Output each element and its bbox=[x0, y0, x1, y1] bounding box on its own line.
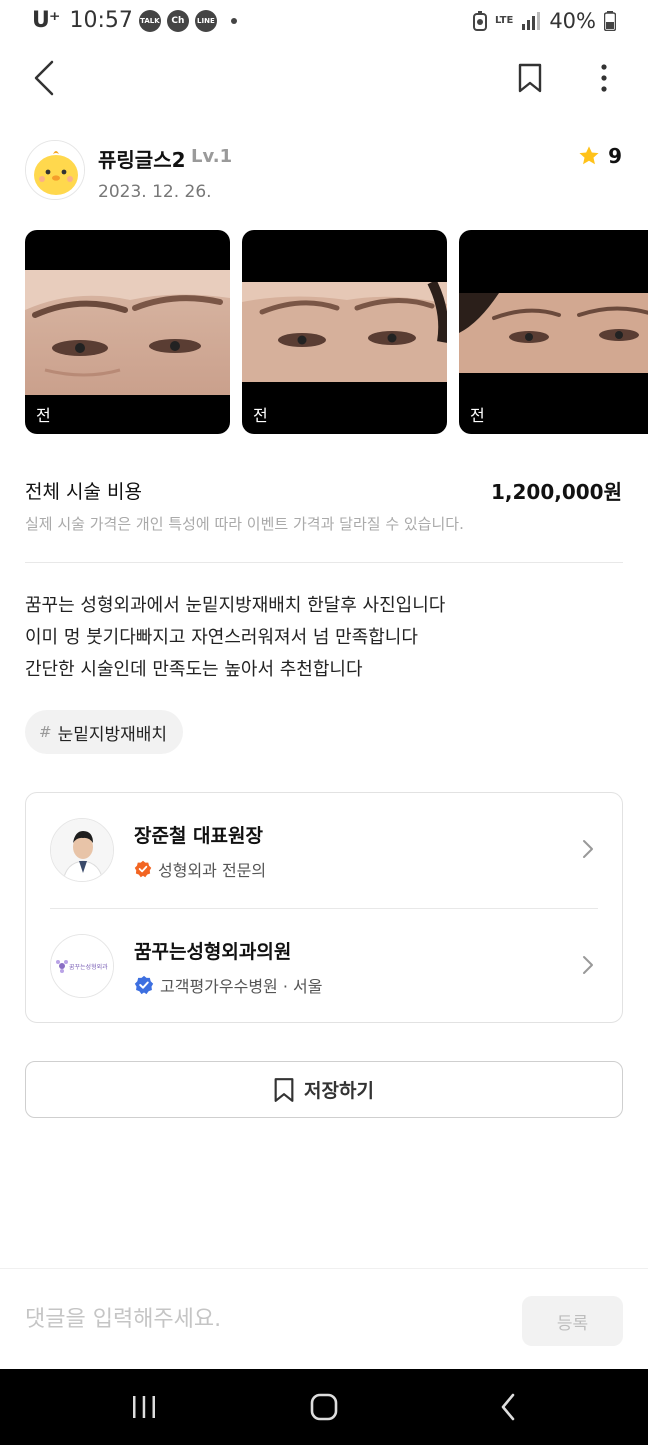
hospital-credential: 고객평가우수병원 · 서울 bbox=[134, 973, 322, 997]
review-photo-2[interactable]: 전 bbox=[242, 230, 447, 434]
divider bbox=[25, 562, 623, 563]
doctor-badge-text: 성형외과 전문의 bbox=[158, 861, 267, 880]
status-bar: U⁺ 10:57 TALK Ch LINE LTE 40% bbox=[0, 0, 648, 44]
home-icon bbox=[310, 1393, 338, 1421]
review-photo-1[interactable]: 전 bbox=[25, 230, 230, 434]
post-date: 2023. 12. 26. bbox=[98, 182, 212, 202]
cost-note: 실제 시술 가격은 개인 특성에 따라 이벤트 가격과 달라질 수 있습니다. bbox=[25, 515, 464, 533]
hospital-row[interactable]: 꿈꾸는성형외과 꿈꾸는성형외과의원 고객평가우수병원 · 서울 bbox=[26, 909, 622, 1024]
hashtag-text: 눈밑지방재배치 bbox=[57, 724, 168, 745]
recents-icon bbox=[133, 1396, 155, 1418]
more-notifications-dot-icon bbox=[230, 17, 237, 24]
recent-apps-button[interactable] bbox=[124, 1391, 164, 1423]
eye-photo-image bbox=[459, 293, 648, 373]
review-photo-3[interactable]: 전 bbox=[459, 230, 648, 434]
cost-value: 1,200,000원 bbox=[490, 480, 622, 504]
author-avatar[interactable] bbox=[25, 140, 85, 200]
submit-comment-button[interactable]: 등록 bbox=[522, 1296, 623, 1346]
hospital-logo-icon: 꿈꾸는성형외과 bbox=[51, 935, 113, 997]
comment-input[interactable] bbox=[25, 1299, 495, 1339]
doctor-credential: 성형외과 전문의 bbox=[134, 857, 266, 881]
back-arrow-icon bbox=[501, 1393, 515, 1421]
hospital-logo-text: 꿈꾸는성형외과 bbox=[69, 963, 108, 971]
chevron-right-icon bbox=[583, 840, 593, 858]
status-right: LTE 40% bbox=[472, 9, 616, 33]
clock: 10:57 bbox=[69, 8, 133, 33]
comment-bar: 등록 bbox=[0, 1268, 648, 1369]
doctor-avatar bbox=[50, 818, 114, 882]
save-button-label: 저장하기 bbox=[304, 1080, 374, 1102]
rating: 9 bbox=[578, 144, 622, 168]
photo-label: 전 bbox=[36, 406, 51, 425]
signal-icon bbox=[522, 12, 541, 30]
system-back-button[interactable] bbox=[488, 1389, 528, 1425]
status-left: U⁺ 10:57 TALK Ch LINE bbox=[32, 8, 237, 33]
bookmark-icon bbox=[274, 1077, 294, 1102]
author-name[interactable]: 퓨링글스2 bbox=[98, 144, 186, 173]
bookmark-button[interactable] bbox=[510, 56, 550, 100]
review-body: 꿈꾸는 성형외과에서 눈밑지방재배치 한달후 사진입니다 이미 멍 붓기다빠지고… bbox=[25, 590, 623, 686]
hash-icon: # bbox=[39, 723, 52, 741]
carrier-label: U⁺ bbox=[32, 8, 61, 33]
photo-carousel[interactable]: 전 전 전 bbox=[25, 230, 648, 435]
back-button[interactable] bbox=[24, 56, 64, 100]
more-vertical-icon bbox=[601, 64, 607, 92]
talk-notification-icon: TALK bbox=[138, 9, 161, 32]
eye-photo-image bbox=[25, 270, 230, 395]
verified-specialist-badge-icon bbox=[134, 860, 152, 878]
battery-icon bbox=[604, 11, 616, 31]
battery-level: 40% bbox=[549, 9, 596, 33]
rating-value: 9 bbox=[608, 144, 622, 168]
hospital-logo: 꿈꾸는성형외과 bbox=[50, 934, 114, 998]
line-notification-icon: LINE bbox=[194, 9, 217, 32]
network-type: LTE bbox=[494, 15, 514, 26]
hospital-name: 꿈꾸는성형외과의원 bbox=[134, 941, 292, 963]
more-options-button[interactable] bbox=[584, 56, 624, 100]
hashtag-chip[interactable]: # 눈밑지방재배치 bbox=[25, 710, 184, 754]
photo-label: 전 bbox=[253, 406, 268, 425]
doctor-portrait-icon bbox=[51, 819, 113, 881]
review-line: 꿈꾸는 성형외과에서 눈밑지방재배치 한달후 사진입니다 bbox=[25, 595, 446, 616]
doctor-name: 장준철 대표원장 bbox=[134, 825, 263, 847]
doctor-row[interactable]: 장준철 대표원장 성형외과 전문의 bbox=[26, 793, 622, 908]
save-button[interactable]: 저장하기 bbox=[25, 1061, 623, 1118]
eye-photo-image bbox=[242, 282, 447, 382]
app-bar bbox=[0, 50, 648, 106]
chevron-left-icon bbox=[34, 60, 54, 96]
cost-label: 전체 시술 비용 bbox=[25, 481, 142, 503]
bookmark-icon bbox=[518, 63, 542, 93]
home-button[interactable] bbox=[304, 1389, 344, 1425]
provider-card: 장준철 대표원장 성형외과 전문의 꿈꾸는성형외과 꿈꾸는성형외과의원 고객평가… bbox=[25, 792, 623, 1023]
chevron-right-icon bbox=[583, 956, 593, 974]
hospital-badge-text: 고객평가우수병원 · 서울 bbox=[160, 977, 323, 996]
star-icon bbox=[579, 146, 599, 165]
chick-avatar-icon bbox=[26, 141, 84, 199]
review-line: 이미 멍 붓기다빠지고 자연스러워져서 넘 만족합니다 bbox=[25, 627, 418, 648]
photo-label: 전 bbox=[470, 406, 485, 425]
system-navigation-bar bbox=[0, 1369, 648, 1445]
review-line: 간단한 시술인데 만족도는 높아서 추천합니다 bbox=[25, 659, 363, 680]
verified-hospital-badge-icon bbox=[134, 975, 154, 995]
author-level: Lv.1 bbox=[191, 146, 233, 167]
channel-notification-icon: Ch bbox=[166, 9, 189, 32]
data-saver-icon bbox=[472, 11, 487, 31]
